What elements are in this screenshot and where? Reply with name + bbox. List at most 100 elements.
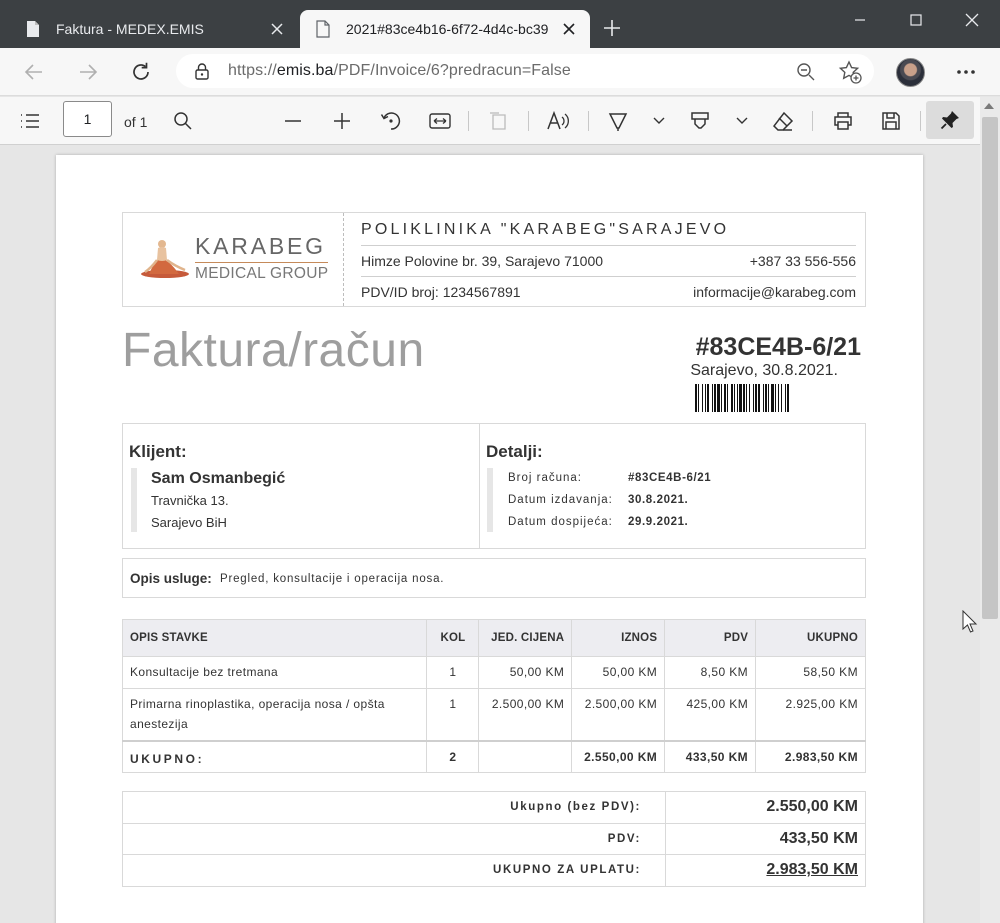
read-aloud-button[interactable] [544, 107, 572, 135]
invoice-place-date: Sarajevo, 30.8.2021. [690, 362, 838, 379]
detail-value-issue-date: 30.8.2021. [628, 494, 689, 506]
search-icon [174, 112, 192, 130]
item-unit-price: 50,00 KM [478, 656, 573, 689]
toolbar-divider [468, 111, 469, 131]
detail-value-invoice-no: #83CE4B-6/21 [628, 472, 712, 484]
rotate-icon [380, 112, 401, 130]
maximize-button[interactable] [888, 0, 944, 40]
new-tab-button[interactable] [598, 16, 626, 44]
clinic-phone: +387 33 556-556 [749, 253, 856, 269]
clinic-logo: KARABEG MEDICAL GROUP [123, 213, 344, 306]
page-number-input[interactable]: 1 [63, 101, 112, 137]
highlight-button[interactable] [686, 107, 714, 135]
print-button[interactable] [829, 107, 857, 135]
close-tab-icon[interactable] [268, 20, 286, 38]
toolbar-divider [528, 111, 529, 131]
contents-button[interactable] [16, 107, 44, 135]
totals-row-net: Ukupno (bez PDV): 2.550,00 KM [123, 792, 865, 824]
find-button[interactable] [169, 107, 197, 135]
zoom-in-button[interactable] [328, 107, 356, 135]
client-accent-bar [131, 468, 137, 532]
address-bar: https://emis.ba/PDF/Invoice/6?predracun=… [0, 48, 1000, 96]
item-quantity: 1 [426, 656, 480, 689]
column-header: IZNOS [571, 619, 666, 657]
page-count: of 1 [124, 114, 148, 130]
total-quantity: 2 [426, 739, 480, 773]
totals-row-vat: PDV: 433,50 KM [123, 823, 865, 855]
totals-row-due: UKUPNO ZA UPLATU: 2.983,50 KM [123, 854, 865, 886]
list-icon [21, 114, 39, 128]
clinic-name: POLIKLINIKA "KARABEG"SARAJEVO [361, 221, 730, 238]
totals-box: Ukupno (bez PDV): 2.550,00 KM PDV: 433,5… [122, 791, 866, 887]
client-street: Travnička 13. [151, 493, 229, 508]
chevron-down-icon [736, 117, 748, 124]
add-favorite-icon[interactable] [838, 60, 862, 84]
highlight-options-button[interactable] [728, 107, 756, 135]
invoice-header: KARABEG MEDICAL GROUP POLIKLINIKA "KARAB… [122, 212, 866, 307]
tab-faktura[interactable]: Faktura - MEDEX.EMIS [10, 10, 298, 48]
details-heading: Detalji: [486, 442, 543, 461]
items-table: OPIS STAVKE KOL JED. CIJENA IZNOS PDV UK… [121, 619, 866, 773]
totals-value-due: 2.983,50 KM [766, 861, 858, 878]
header-divider [361, 245, 856, 246]
clinic-tax-row: PDV/ID broj: 1234567891 informacije@kara… [361, 284, 856, 300]
pin-toolbar-button[interactable] [926, 101, 974, 139]
draw-options-button[interactable] [645, 107, 673, 135]
table-row: Primarna rinoplastika, operacija nosa / … [121, 688, 866, 741]
total-label: UKUPNO: [121, 739, 428, 773]
refresh-button[interactable] [127, 58, 155, 86]
save-icon [882, 112, 900, 130]
pdf-toolbar: 1 of 1 [0, 97, 1000, 145]
arrow-left-icon [24, 64, 42, 80]
total-grand: 2.983,50 KM [755, 739, 866, 773]
refresh-icon [133, 62, 149, 80]
clinic-tax-id: PDV/ID broj: 1234567891 [361, 284, 521, 300]
lock-icon[interactable] [194, 62, 210, 80]
total-amount: 2.550,00 KM [571, 739, 666, 773]
minimize-icon [855, 19, 865, 21]
column-header: UKUPNO [755, 619, 866, 657]
url-text[interactable]: https://emis.ba/PDF/Invoice/6?predracun=… [228, 62, 571, 80]
read-aloud-icon [547, 111, 569, 130]
zoom-out-icon[interactable] [796, 62, 816, 82]
pdf-page: KARABEG MEDICAL GROUP POLIKLINIKA "KARAB… [56, 155, 923, 923]
rotate-button[interactable] [377, 107, 405, 135]
client-details-box: Klijent: Sam Osmanbegić Travnička 13. Sa… [122, 423, 866, 549]
draw-button[interactable] [604, 107, 632, 135]
close-tab-icon[interactable] [560, 20, 578, 38]
box-divider [479, 424, 480, 548]
scroll-up-arrow-icon[interactable] [984, 103, 994, 109]
tab-invoice-pdf[interactable]: 2021#83ce4b16-6f72-4d4c-bc39 [300, 10, 590, 48]
profile-avatar[interactable] [896, 58, 925, 87]
item-vat: 425,00 KM [664, 688, 757, 741]
forward-button[interactable] [74, 58, 102, 86]
item-vat: 8,50 KM [664, 656, 757, 689]
settings-menu-button[interactable] [952, 58, 980, 86]
vertical-scrollbar[interactable] [980, 97, 1000, 923]
invoice-number: #83CE4B-6/21 [695, 333, 861, 361]
fit-width-button[interactable] [426, 107, 454, 135]
client-heading: Klijent: [129, 442, 187, 461]
highlight-icon [691, 112, 709, 129]
zoom-out-button[interactable] [279, 107, 307, 135]
tab-title: 2021#83ce4b16-6f72-4d4c-bc39 [346, 21, 549, 37]
toolbar-divider [920, 111, 921, 131]
page-view-button[interactable] [484, 107, 512, 135]
url-field[interactable]: https://emis.ba/PDF/Invoice/6?predracun=… [176, 54, 874, 88]
totals-value: 2.550,00 KM [766, 798, 858, 815]
maximize-icon [910, 14, 922, 26]
close-icon [965, 13, 979, 27]
back-button[interactable] [20, 58, 48, 86]
item-unit-price: 2.500,00 KM [478, 688, 573, 741]
close-window-button[interactable] [944, 0, 1000, 40]
table-row: Konsultacije bez tretmana 1 50,00 KM 50,… [121, 656, 866, 689]
save-button[interactable] [877, 107, 905, 135]
item-description: Primarna rinoplastika, operacija nosa / … [121, 688, 428, 741]
invoice-title: Faktura/račun [122, 324, 425, 377]
column-header: JED. CIJENA [478, 619, 573, 657]
minimize-button[interactable] [832, 0, 888, 40]
scroll-thumb[interactable] [982, 117, 998, 619]
service-text: Pregled, konsultacije i operacija nosa. [220, 573, 445, 585]
erase-button[interactable] [769, 107, 797, 135]
document-icon [316, 20, 330, 38]
